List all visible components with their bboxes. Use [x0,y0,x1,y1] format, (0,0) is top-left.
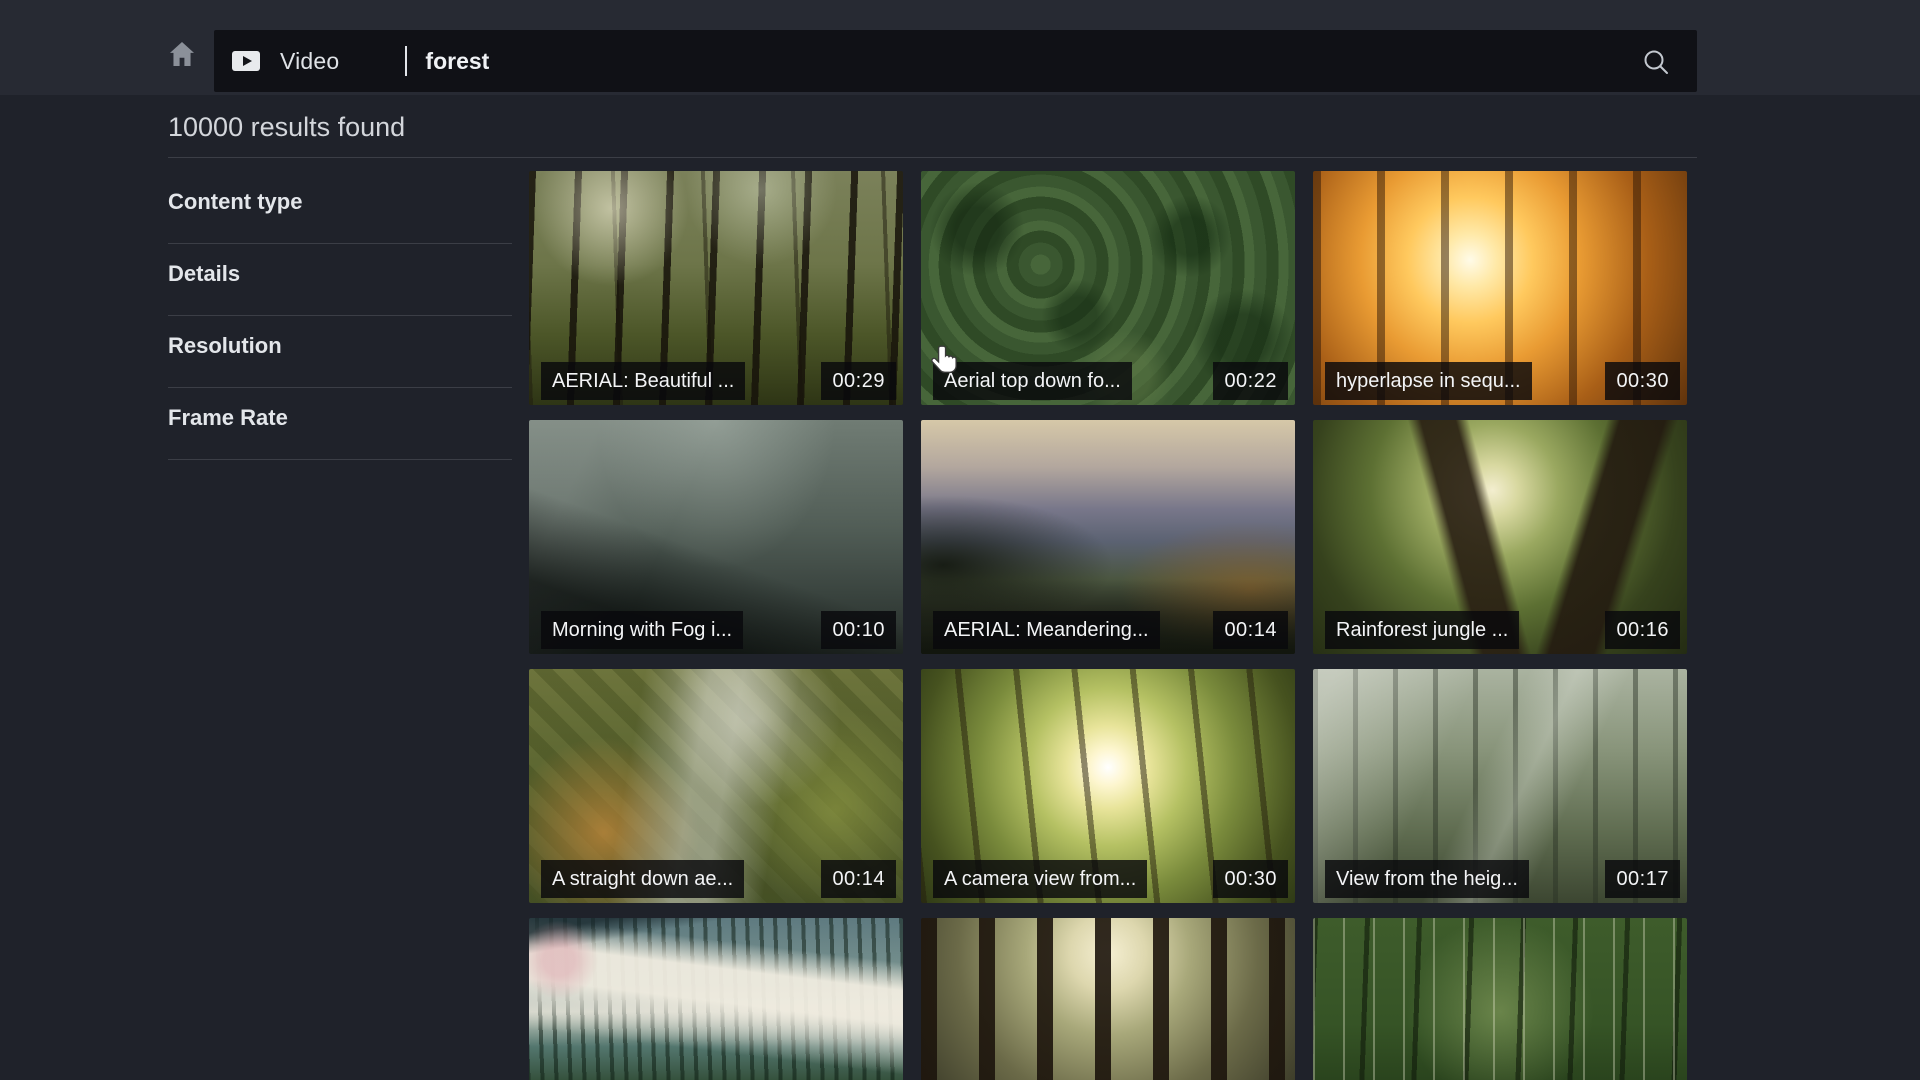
video-icon [232,51,260,71]
video-card[interactable]: AERIAL: Meandering... 00:14 [921,420,1295,654]
filter-content-type[interactable]: Content type [168,189,512,215]
video-duration: 00:17 [1605,860,1680,898]
video-caption: hyperlapse in sequ... 00:30 [1325,362,1680,400]
video-card[interactable]: hyperlapse in sequ... 00:30 [1313,171,1687,405]
video-caption: AERIAL: Meandering... 00:14 [933,611,1288,649]
video-card[interactable]: Morning with Fog i... 00:10 [529,420,903,654]
video-duration: 00:29 [821,362,896,400]
video-caption: A straight down ae... 00:14 [541,860,896,898]
video-duration: 00:30 [1605,362,1680,400]
video-card[interactable]: Rainforest jungle ... 00:16 [1313,420,1687,654]
filter-divider [168,315,512,316]
video-title: AERIAL: Meandering... [933,611,1160,649]
video-card[interactable] [529,918,903,1080]
video-caption: A camera view from... 00:30 [933,860,1288,898]
video-card[interactable]: Aerial top down fo... 00:22 [921,171,1295,405]
video-title: A straight down ae... [541,860,744,898]
video-duration: 00:30 [1213,860,1288,898]
video-caption: Morning with Fog i... 00:10 [541,611,896,649]
video-title: Rainforest jungle ... [1325,611,1519,649]
filter-divider [168,387,512,388]
results-divider [168,157,1697,158]
video-duration: 00:14 [821,860,896,898]
video-card[interactable]: View from the heig... 00:17 [1313,669,1687,903]
video-duration: 00:10 [821,611,896,649]
video-caption: Rainforest jungle ... 00:16 [1325,611,1680,649]
video-grid: AERIAL: Beautiful ... 00:29 Aerial top dow… [529,171,1687,1080]
video-title: Morning with Fog i... [541,611,743,649]
filter-resolution[interactable]: Resolution [168,333,512,359]
video-card[interactable] [1313,918,1687,1080]
video-card[interactable] [921,918,1295,1080]
filter-divider [168,243,512,244]
video-title: hyperlapse in sequ... [1325,362,1532,400]
video-card[interactable]: A camera view from... 00:30 [921,669,1295,903]
video-title: View from the heig... [1325,860,1529,898]
video-duration: 00:16 [1605,611,1680,649]
results-count: 10000 results found [168,112,405,143]
filter-details[interactable]: Details [168,261,512,287]
video-title: AERIAL: Beautiful ... [541,362,745,400]
magnifier-icon[interactable] [1641,47,1671,77]
video-duration: 00:14 [1213,611,1288,649]
search-input[interactable]: forest [425,48,1697,75]
video-caption: AERIAL: Beautiful ... 00:29 [541,362,896,400]
filter-frame-rate[interactable]: Frame Rate [168,405,512,431]
video-duration: 00:22 [1213,362,1288,400]
filter-divider [168,459,512,460]
home-icon [166,38,198,70]
video-card[interactable]: AERIAL: Beautiful ... 00:29 [529,171,903,405]
video-caption: View from the heig... 00:17 [1325,860,1680,898]
home-button[interactable] [164,36,200,72]
category-selector[interactable]: Video [280,48,339,75]
video-title: Aerial top down fo... [933,362,1132,400]
search-bar[interactable]: Video forest [214,30,1697,92]
search-caret [405,46,407,76]
video-title: A camera view from... [933,860,1147,898]
stock-video-search-page: Video forest 10000 results found Content… [0,0,1920,1080]
video-caption: Aerial top down fo... 00:22 [933,362,1288,400]
top-bar: Video forest [0,0,1920,95]
video-card[interactable]: A straight down ae... 00:14 [529,669,903,903]
